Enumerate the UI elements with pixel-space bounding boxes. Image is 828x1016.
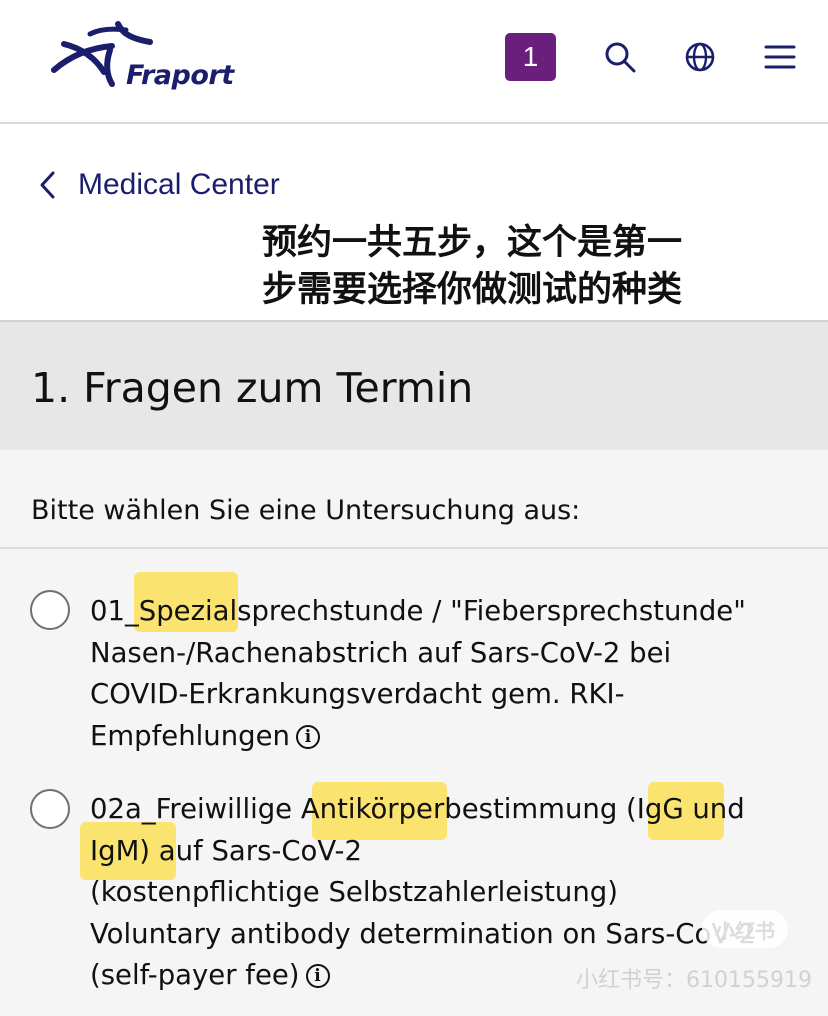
- section-title: 1. Fragen zum Termin: [31, 364, 474, 412]
- globe-icon[interactable]: [683, 40, 717, 74]
- option-02a-radio[interactable]: [30, 789, 70, 829]
- annotation-line-2: 步需要选择你做测试的种类: [262, 270, 683, 310]
- fraport-logo[interactable]: Fraport: [50, 20, 234, 98]
- back-link-medical-center[interactable]: Medical Center: [38, 165, 280, 205]
- annotation-overlay: 预约一共五步，这个是第一 步需要选择你做测试的种类: [262, 220, 782, 314]
- logo-wordmark: Fraport: [126, 60, 234, 91]
- back-link-label: Medical Center: [78, 168, 280, 201]
- option-01-radio[interactable]: [30, 590, 70, 630]
- chevron-left-icon: [40, 171, 55, 199]
- option-01-line: 01_Spezialsprechstunde / "Fiebersprechst…: [90, 595, 746, 627]
- option-01-line-last: Empfehlungen i: [90, 716, 810, 758]
- question-label: Bitte wählen Sie eine Untersuchung aus:: [31, 495, 581, 526]
- option-01-line-text: Empfehlungen: [90, 719, 290, 752]
- watermark-brand: 小红书: [702, 910, 788, 948]
- option-01-line: COVID-Erkrankungsverdacht gem. RKI-: [90, 678, 625, 710]
- option-02a-line-text: (self-payer fee): [90, 959, 300, 991]
- top-header: Fraport 1: [0, 0, 828, 124]
- divider: [0, 547, 828, 549]
- info-icon[interactable]: i: [295, 724, 320, 749]
- option-01-label[interactable]: 01_Spezialsprechstunde / "Fiebersprechst…: [90, 591, 810, 757]
- option-01-line: Nasen-/Rachenabstrich auf Sars-CoV-2 bei: [90, 636, 672, 669]
- watermark-id: 小红书号：610155919: [576, 968, 812, 993]
- info-icon[interactable]: i: [305, 964, 330, 988]
- cart-count-badge[interactable]: 1: [505, 33, 556, 81]
- annotation-line-1: 预约一共五步，这个是第一: [262, 223, 683, 263]
- menu-icon[interactable]: [763, 40, 797, 74]
- search-icon[interactable]: [603, 40, 637, 74]
- option-02a-line: (kostenpflichtige Selbstzahlerleistung): [90, 876, 618, 908]
- section-header: 1. Fragen zum Termin: [0, 320, 828, 452]
- option-02a-line: IgM) auf Sars-CoV-2: [90, 834, 362, 867]
- option-02a-line: 02a_Freiwillige Antikörperbestimmung (Ig…: [90, 793, 745, 825]
